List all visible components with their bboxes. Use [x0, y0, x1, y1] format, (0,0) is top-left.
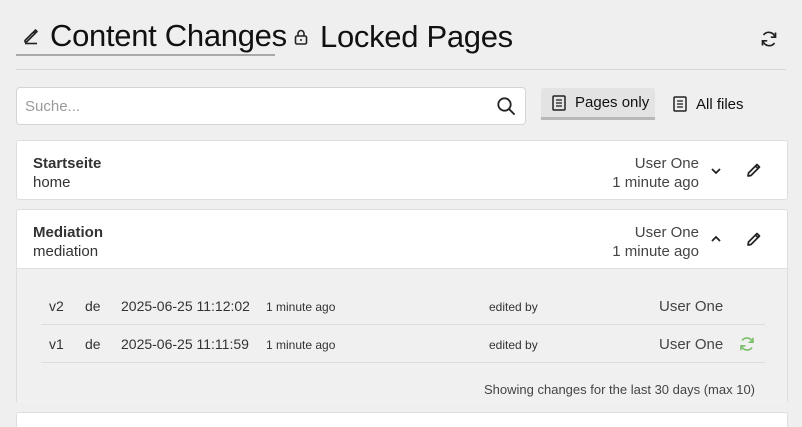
page-card-startseite[interactable]: Startseite home User One 1 minute ago: [16, 140, 788, 200]
page-card-mediation[interactable]: Mediation mediation User One 1 minute ag…: [16, 209, 788, 404]
page-icon: [552, 94, 566, 111]
version-date: 2025-06-25 11:12:02: [121, 298, 250, 314]
filter-all-files[interactable]: All files: [672, 88, 744, 120]
page-slug: home: [33, 174, 71, 191]
version-list: v2 de 2025-06-25 11:12:02 1 minute ago e…: [17, 268, 787, 404]
version-user: User One: [659, 336, 724, 353]
version-number: v2: [49, 298, 64, 314]
header: Content Changes Locked Pages: [16, 18, 786, 70]
tab-label: Content Changes: [50, 18, 287, 53]
filter-label: All files: [696, 95, 744, 113]
page-time: 1 minute ago: [612, 243, 699, 260]
version-row: v2 de 2025-06-25 11:12:02 1 minute ago e…: [41, 287, 765, 325]
page-user: User One: [634, 224, 699, 241]
restore-icon[interactable]: [738, 335, 756, 353]
files-icon: [673, 96, 687, 112]
version-number: v1: [49, 336, 64, 352]
page-time: 1 minute ago: [612, 174, 699, 191]
search-box: [16, 87, 526, 125]
edited-by-label: edited by: [489, 300, 538, 314]
edited-by-label: edited by: [489, 338, 538, 352]
tab-locked-pages[interactable]: Locked Pages: [292, 18, 513, 56]
version-user: User One: [659, 298, 724, 315]
tab-content-changes[interactable]: Content Changes: [16, 18, 287, 56]
lock-icon: [292, 28, 310, 46]
history-footer-note: Showing changes for the last 30 days (ma…: [484, 382, 755, 397]
page-title: Mediation: [33, 224, 103, 241]
version-language: de: [85, 298, 101, 314]
refresh-button[interactable]: [758, 28, 780, 50]
page-slug: mediation: [33, 243, 99, 260]
page-user: User One: [634, 155, 699, 172]
edit-icon[interactable]: [745, 161, 763, 179]
page-title: Startseite: [33, 155, 102, 172]
filter-pages-only[interactable]: Pages only: [541, 88, 655, 120]
chevron-up-icon[interactable]: [709, 232, 723, 246]
version-language: de: [85, 336, 101, 352]
refresh-icon: [761, 31, 777, 47]
chevron-down-icon[interactable]: [709, 164, 723, 178]
tab-label: Locked Pages: [320, 19, 513, 54]
edit-icon[interactable]: [745, 230, 763, 248]
search-input[interactable]: [17, 88, 487, 124]
version-relative-time: 1 minute ago: [266, 300, 336, 314]
filter-label: Pages only: [575, 94, 650, 111]
version-date: 2025-06-25 11:11:59: [121, 336, 249, 352]
version-row: v1 de 2025-06-25 11:11:59 1 minute ago e…: [41, 325, 765, 363]
pencil-icon: [22, 27, 40, 45]
page-card[interactable]: [16, 412, 788, 427]
version-relative-time: 1 minute ago: [266, 338, 336, 352]
search-icon[interactable]: [496, 96, 516, 116]
